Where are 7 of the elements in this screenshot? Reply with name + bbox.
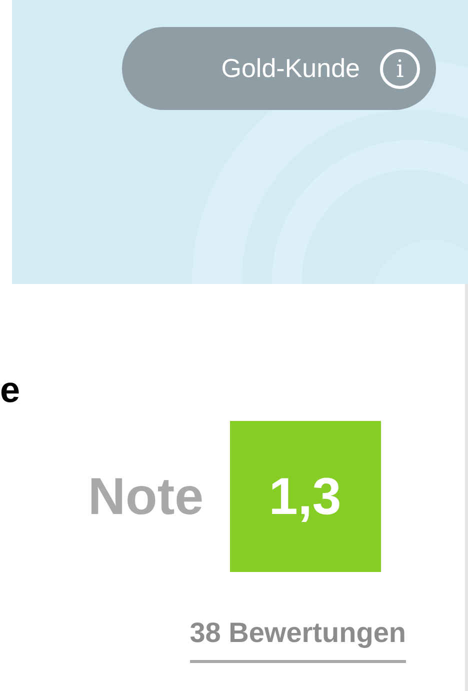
badge-label: Gold-Kunde [221, 52, 360, 85]
customer-status-badge[interactable]: Gold-Kunde i [122, 27, 436, 110]
grade-badge: 1,3 [230, 421, 381, 572]
info-icon[interactable]: i [380, 48, 420, 88]
reviews-link[interactable]: 38 Bewertungen [190, 612, 406, 663]
title-text: e [0, 372, 20, 408]
grade-label: Note [88, 466, 204, 528]
